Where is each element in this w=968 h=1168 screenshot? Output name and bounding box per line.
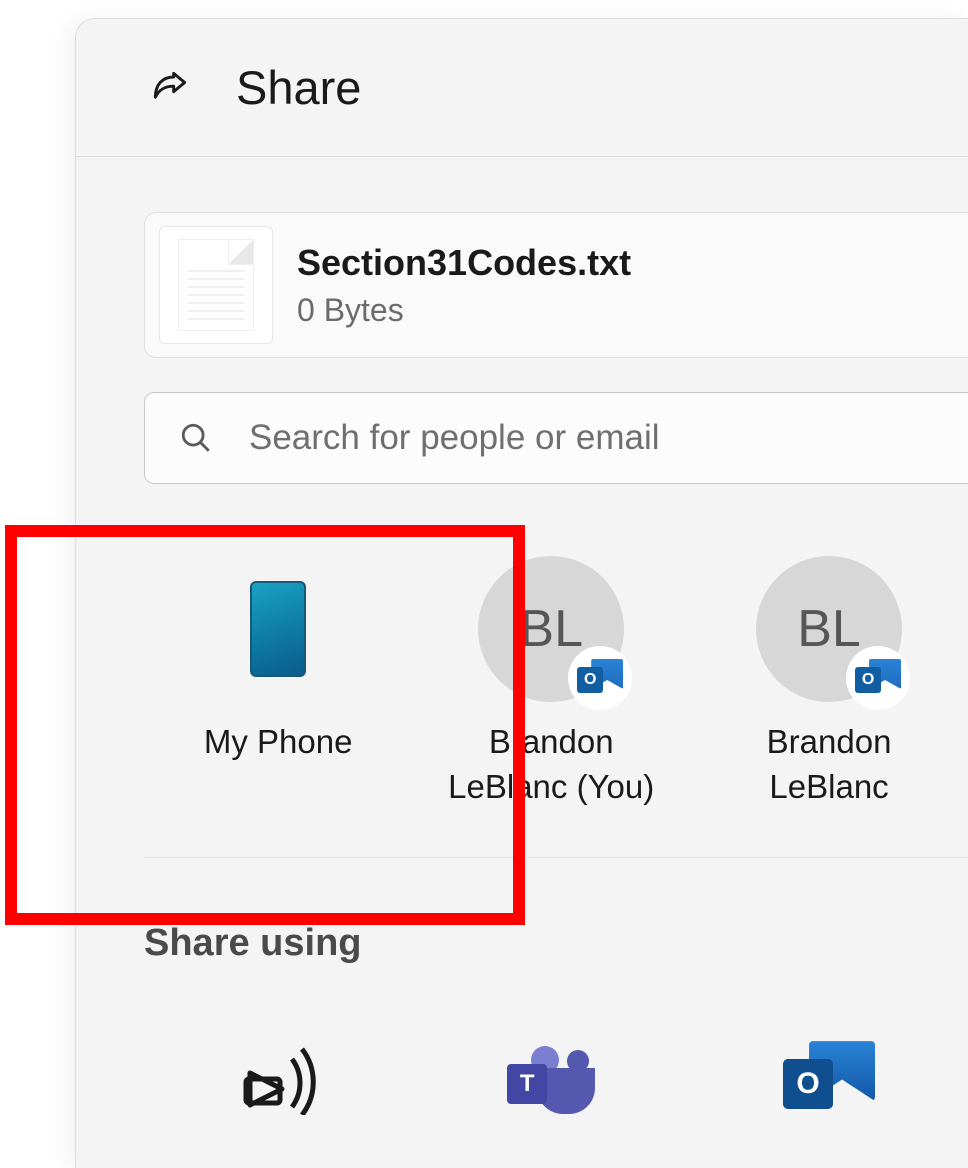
share-target-label: Brandon LeBlanc (You) bbox=[436, 720, 666, 809]
share-app-nearby[interactable] bbox=[144, 1041, 412, 1119]
share-panel: Share Section31Codes.txt 0 Bytes bbox=[75, 18, 968, 1168]
file-size: 0 Bytes bbox=[297, 292, 631, 329]
search-input[interactable] bbox=[249, 418, 968, 458]
outlook-letter: O bbox=[783, 1059, 833, 1109]
share-target-contact[interactable]: BL O Brandon LeBlanc bbox=[690, 556, 968, 809]
avatar-icon: BL O bbox=[478, 556, 624, 702]
avatar-icon: BL O bbox=[756, 556, 902, 702]
file-thumbnail bbox=[159, 226, 273, 344]
file-metadata: Section31Codes.txt 0 Bytes bbox=[297, 242, 631, 329]
share-app-teams[interactable]: T bbox=[412, 1041, 690, 1119]
teams-letter: T bbox=[507, 1064, 547, 1104]
teams-icon: T bbox=[507, 1046, 595, 1114]
share-target-my-phone[interactable]: My Phone bbox=[144, 556, 412, 809]
share-targets-row: My Phone BL O Brandon LeBlanc (You) BL bbox=[144, 556, 968, 858]
file-card[interactable]: Section31Codes.txt 0 Bytes bbox=[144, 212, 968, 358]
share-icon bbox=[148, 66, 192, 110]
outlook-badge-icon: O bbox=[568, 646, 632, 710]
phone-icon bbox=[205, 556, 351, 702]
nearby-sharing-icon bbox=[228, 1045, 328, 1115]
avatar-initials: BL bbox=[797, 599, 861, 659]
search-icon bbox=[179, 421, 213, 455]
share-using-heading: Share using bbox=[144, 922, 968, 965]
share-target-label: Brandon LeBlanc bbox=[714, 720, 944, 809]
share-target-label: My Phone bbox=[204, 720, 353, 765]
outlook-icon: O bbox=[783, 1041, 875, 1119]
header-title: Share bbox=[236, 60, 361, 115]
share-content: Section31Codes.txt 0 Bytes My Phone bbox=[76, 212, 968, 1119]
share-apps-row: T O bbox=[144, 1041, 968, 1119]
share-header: Share bbox=[76, 19, 968, 157]
text-file-icon bbox=[178, 239, 254, 331]
share-app-outlook[interactable]: O bbox=[690, 1041, 968, 1119]
share-target-contact-you[interactable]: BL O Brandon LeBlanc (You) bbox=[412, 556, 690, 809]
outlook-badge-icon: O bbox=[846, 646, 910, 710]
search-box[interactable] bbox=[144, 392, 968, 484]
file-name: Section31Codes.txt bbox=[297, 242, 631, 284]
avatar-initials: BL bbox=[519, 599, 583, 659]
